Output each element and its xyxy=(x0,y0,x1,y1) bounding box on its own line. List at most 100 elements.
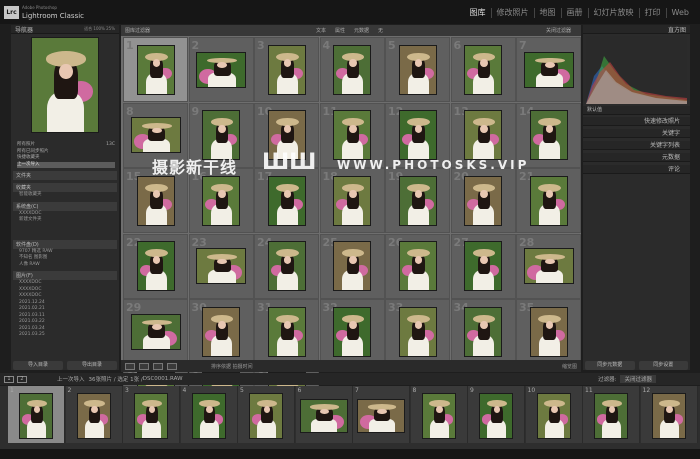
filmstrip-filter-value[interactable]: 关闭过滤器 xyxy=(620,375,656,383)
quick-develop-preset[interactable]: 默认值 xyxy=(583,106,690,115)
filmstrip-cell[interactable]: 7 xyxy=(353,386,410,443)
section-header[interactable]: 图片(F) xyxy=(13,271,117,280)
section-header[interactable]: 系统盘(C) xyxy=(13,201,117,211)
module-0[interactable]: 图库 xyxy=(465,8,491,18)
catalog-item[interactable]: 上一次导入 xyxy=(17,161,115,168)
thumbnail-size-label[interactable]: 缩览图 xyxy=(562,363,577,370)
right-panel-section[interactable]: 关键字列表 xyxy=(583,141,690,150)
photo-thumbnail xyxy=(464,175,502,226)
filter-3[interactable]: 无 xyxy=(378,27,383,34)
histogram xyxy=(586,36,687,104)
right-panel-section[interactable]: 元数据 xyxy=(583,153,690,162)
folder-item[interactable]: 人像 RAW xyxy=(13,262,117,269)
filter-preset[interactable]: 关闭过滤器 xyxy=(546,27,571,34)
module-2[interactable]: 地图 xyxy=(533,8,561,18)
filter-0[interactable]: 文本 xyxy=(316,27,326,34)
filmstrip-number: 8 xyxy=(412,387,417,394)
grid-cell[interactable]: 34 xyxy=(450,299,516,364)
sync-settings-button[interactable]: 同步设置 xyxy=(638,361,688,370)
navigator-header[interactable]: 导航器 适合 100% 25% xyxy=(11,25,119,34)
sync-metadata-button[interactable]: 同步元数据 xyxy=(585,361,635,370)
compare-view-icon[interactable] xyxy=(153,362,163,370)
title-bar: Lrc Adobe Photoshop Lightroom Classic 图库… xyxy=(0,0,700,24)
grid-cell[interactable]: 5 xyxy=(385,37,450,102)
catalog-list: 所有照片 13C 所有已同步照片 快捷收藏夹 上一次导入 xyxy=(17,142,115,168)
grid-cell[interactable]: 26 xyxy=(385,233,450,299)
page-1-button[interactable]: 1 xyxy=(4,375,14,383)
right-panel-section[interactable]: 评论 xyxy=(583,165,690,174)
grid-cell[interactable]: 1 xyxy=(123,37,188,102)
folder-item[interactable]: 智能收藏夹 xyxy=(13,192,117,199)
grid-cell[interactable]: 32 xyxy=(319,299,385,364)
face xyxy=(91,406,98,414)
module-3[interactable]: 画册 xyxy=(560,8,588,18)
page-2-button[interactable]: 2 xyxy=(17,375,27,383)
navigator-preview[interactable] xyxy=(31,37,99,133)
grid-cell[interactable]: 24 xyxy=(254,233,319,299)
photo-thumbnail xyxy=(333,110,371,160)
grid-cell[interactable]: 29 xyxy=(123,299,188,364)
grid-cell[interactable]: 21 xyxy=(516,168,581,233)
face xyxy=(493,406,501,414)
module-4[interactable]: 幻灯片放映 xyxy=(587,8,639,18)
filmstrip-cell[interactable]: 2 xyxy=(65,386,123,443)
folder-label: 人像 RAW xyxy=(19,261,40,267)
grid-cell[interactable]: 30 xyxy=(188,299,254,364)
navigator-zoom[interactable]: 适合 100% 25% xyxy=(84,26,115,32)
grid-cell[interactable]: 4 xyxy=(319,37,385,102)
module-5[interactable]: 打印 xyxy=(638,8,666,18)
sort-value[interactable]: 拍摄时间 xyxy=(233,364,253,370)
grid-cell[interactable]: 6 xyxy=(450,37,516,102)
grid-cell[interactable]: 33 xyxy=(385,299,450,364)
export-button[interactable]: 导出目录 xyxy=(67,361,117,370)
section-header[interactable]: 收藏夹 xyxy=(13,183,117,192)
filmstrip-number: 9 xyxy=(470,387,474,394)
filmstrip-cell[interactable]: 6 xyxy=(295,386,353,443)
grid-cell[interactable]: 7 xyxy=(516,37,581,102)
filmstrip-cell[interactable]: 4 xyxy=(180,386,238,443)
survey-view-icon[interactable] xyxy=(167,362,177,370)
import-button[interactable]: 导入目录 xyxy=(13,361,63,370)
right-panel-section[interactable]: 关键字 xyxy=(583,129,690,138)
filmstrip-source[interactable]: 上一次导入 xyxy=(57,375,85,383)
filmstrip-cell[interactable]: 8 xyxy=(410,386,468,443)
folder-item[interactable]: 2021.03.25 xyxy=(13,332,117,339)
histogram-header[interactable]: 直方图 xyxy=(583,25,690,34)
filmstrip-cell[interactable]: 9 xyxy=(468,386,525,443)
filter-2[interactable]: 元数据 xyxy=(354,27,369,34)
grid-cell[interactable]: 2 xyxy=(188,37,254,102)
photo-thumbnail xyxy=(523,51,574,88)
grid-cell[interactable]: 27 xyxy=(450,233,516,299)
grid-cell[interactable]: 19 xyxy=(385,168,450,233)
filter-1[interactable]: 属性 xyxy=(335,27,345,34)
section-header[interactable]: 文件夹 xyxy=(13,171,117,180)
grid-cell[interactable]: 17 xyxy=(254,168,319,233)
grid-cell[interactable]: 31 xyxy=(254,299,319,364)
filmstrip-cell[interactable]: 11 xyxy=(583,386,640,443)
filmstrip-cell[interactable]: 5 xyxy=(238,386,295,443)
grid-cell[interactable]: 23 xyxy=(188,233,254,299)
filmstrip-cell[interactable]: 3 xyxy=(123,386,180,443)
grid-cell[interactable]: 28 xyxy=(516,233,581,299)
lightroom-logo: Lrc xyxy=(4,6,19,19)
grid-cell[interactable]: 20 xyxy=(450,168,516,233)
filmstrip-cell[interactable]: 1 xyxy=(8,386,65,443)
filmstrip-cell[interactable]: 12 xyxy=(640,386,698,443)
loupe-view-icon[interactable] xyxy=(139,362,149,370)
face xyxy=(545,190,554,198)
folder-section: 收藏夹 智能收藏夹 xyxy=(13,183,117,199)
grid-cell[interactable]: 18 xyxy=(319,168,385,233)
grid-cell[interactable]: 35 xyxy=(516,299,581,364)
module-6[interactable]: Web xyxy=(665,8,694,18)
grid-toolbar: 排序依据 拍摄时间 缩览图 xyxy=(121,360,581,372)
grid-view-icon[interactable] xyxy=(125,362,135,370)
grid-cell[interactable]: 22 xyxy=(123,233,188,299)
grid-cell[interactable]: 3 xyxy=(254,37,319,102)
module-1[interactable]: 修改照片 xyxy=(490,8,534,18)
filmstrip-cell[interactable]: 10 xyxy=(525,386,583,443)
right-panel-section[interactable]: 快速修改照片 xyxy=(583,117,690,126)
section-header[interactable]: 软件盘(D) xyxy=(13,239,117,249)
grid-cell[interactable]: 25 xyxy=(319,233,385,299)
right-buttons: 同步元数据 同步设置 xyxy=(583,361,690,371)
folder-item[interactable]: 新建文件夹 xyxy=(13,217,117,224)
